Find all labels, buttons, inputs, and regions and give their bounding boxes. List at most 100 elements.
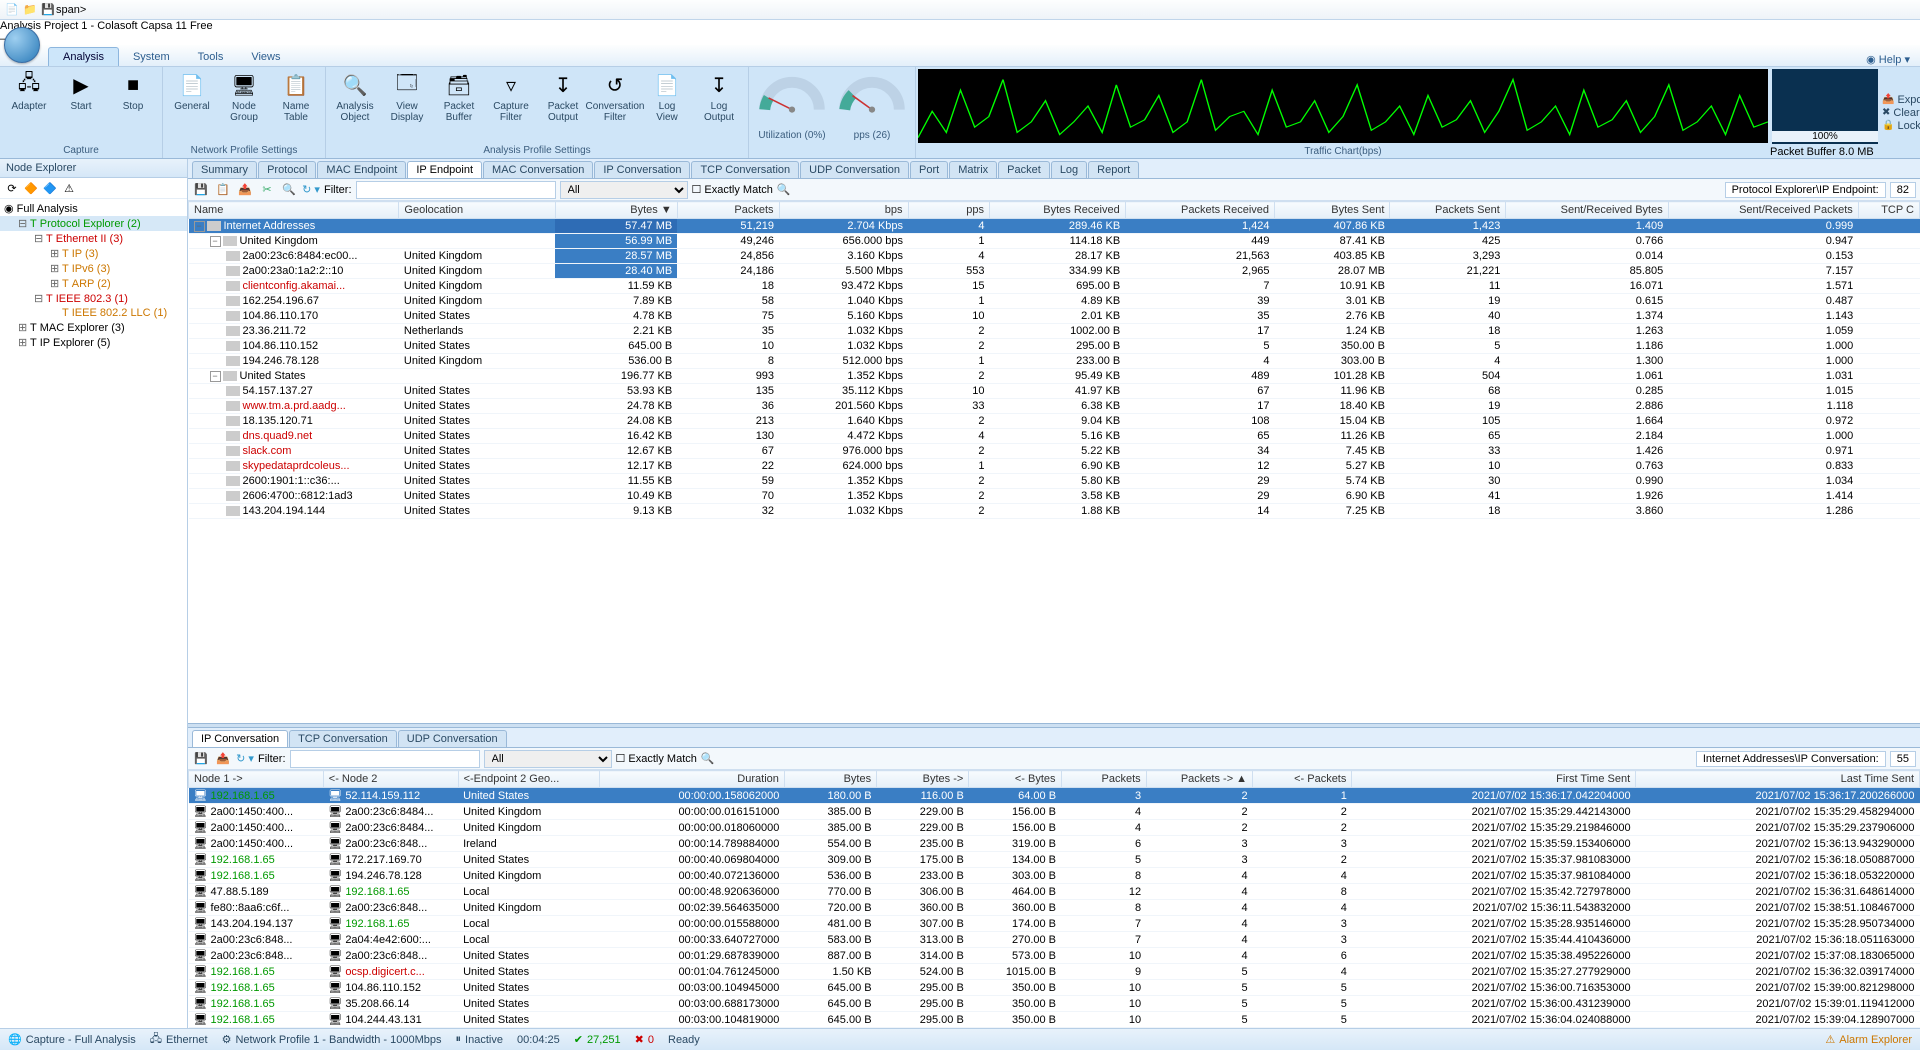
filter-tool-icon[interactable]: 💾 — [192, 181, 210, 199]
table-row[interactable]: 🖥 2a00:23c6:848...🖥 2a04:4e42:600:...Loc… — [189, 932, 1920, 948]
tree-expander[interactable]: ⊞ — [50, 247, 59, 260]
column-header[interactable]: TCP C — [1858, 202, 1919, 219]
column-header[interactable]: Node 1 -> — [189, 771, 324, 788]
detail-tab-packet[interactable]: Packet — [998, 161, 1050, 178]
ribbon-button-analysis-object[interactable]: 🔍AnalysisObject — [330, 69, 380, 125]
ribbon-button-packet-buffer[interactable]: 🗃PacketBuffer — [434, 69, 484, 125]
table-row[interactable]: 🖥 192.168.1.65🖥 104.86.110.152United Sta… — [189, 980, 1920, 996]
table-row[interactable]: 🖥 192.168.1.65🖥 ocsp.digicert.c...United… — [189, 964, 1920, 980]
column-header[interactable]: Packets — [677, 202, 779, 219]
refresh-icon[interactable]: ↻ ▾ — [302, 181, 320, 199]
ribbon-button-log-output[interactable]: ↧LogOutput — [694, 69, 744, 125]
filter-scope-select[interactable]: All — [560, 181, 688, 199]
column-header[interactable]: Bytes Received — [989, 202, 1125, 219]
tree-expander[interactable]: ⊟ — [34, 232, 43, 245]
tree-node[interactable]: ⊞ T IP (3) — [0, 246, 187, 261]
ribbon-button-adapter[interactable]: 🖧Adapter — [4, 69, 54, 114]
table-row[interactable]: 2606:4700::6812:1ad3United States10.49 K… — [189, 489, 1920, 504]
tree-expander[interactable]: ⊞ — [50, 277, 59, 290]
filter-scope-select[interactable]: All — [484, 750, 612, 768]
column-header[interactable]: Last Time Sent — [1636, 771, 1920, 788]
status-adapter[interactable]: 🖧 Ethernet — [150, 1030, 208, 1049]
filter-tool-icon[interactable]: 📤 — [214, 750, 232, 768]
tree-expander[interactable]: ⊞ — [18, 336, 27, 349]
column-header[interactable]: Packets Received — [1125, 202, 1274, 219]
table-row[interactable]: −United States196.77 KB9931.352 Kbps295.… — [189, 369, 1920, 384]
search-icon[interactable]: 🔍 — [701, 752, 715, 765]
filter-column-select[interactable] — [356, 181, 556, 199]
table-row[interactable]: −Internet Addresses57.47 MB51,2192.704 K… — [189, 219, 1920, 234]
detail-tab-summary[interactable]: Summary — [192, 161, 257, 178]
table-row[interactable]: 🖥 192.168.1.65🖥 35.208.66.14United State… — [189, 996, 1920, 1012]
table-row[interactable]: dns.quad9.netUnited States16.42 KB1304.4… — [189, 429, 1920, 444]
table-row[interactable]: 104.86.110.152United States645.00 B101.0… — [189, 339, 1920, 354]
conversation-tab-ip-conversation[interactable]: IP Conversation — [192, 730, 288, 747]
table-row[interactable]: 54.157.137.27United States53.93 KB13535.… — [189, 384, 1920, 399]
column-header[interactable]: Sent/Received Packets — [1668, 202, 1858, 219]
detail-tab-tcp-conversation[interactable]: TCP Conversation — [691, 161, 799, 178]
clear-button[interactable]: ✖ Clear — [1882, 107, 1918, 119]
detail-tab-report[interactable]: Report — [1088, 161, 1139, 178]
tree-root[interactable]: ◉ Full Analysis — [0, 201, 187, 216]
tree-expander[interactable]: ⊟ — [34, 292, 43, 305]
detail-tab-mac-conversation[interactable]: MAC Conversation — [483, 161, 593, 178]
table-row[interactable]: 🖥 192.168.1.65🖥 172.217.169.70United Sta… — [189, 852, 1920, 868]
table-row[interactable]: 🖥 192.168.1.65🖥 194.246.78.128United Kin… — [189, 868, 1920, 884]
column-header[interactable]: Packets — [1061, 771, 1146, 788]
tree-node[interactable]: ⊟ T IEEE 802.3 (1) — [0, 291, 187, 306]
column-header[interactable]: Name — [189, 202, 399, 219]
explorer-tool-icon[interactable]: ⚠ — [61, 180, 77, 196]
exactly-match-checkbox[interactable]: Exactly Match — [692, 183, 773, 196]
table-row[interactable]: 🖥 143.204.194.137🖥 192.168.1.65Local00:0… — [189, 916, 1920, 932]
table-row[interactable]: skypedataprdcoleus...United States12.17 … — [189, 459, 1920, 474]
detail-tab-ip-endpoint[interactable]: IP Endpoint — [407, 161, 482, 178]
filter-tool-icon[interactable]: 📋 — [214, 181, 232, 199]
column-header[interactable]: Packets Sent — [1390, 202, 1505, 219]
alarm-explorer-button[interactable]: ⚠ Alarm Explorer — [1825, 1033, 1912, 1046]
status-profile[interactable]: ⚙ Network Profile 1 - Bandwidth - 1000Mb… — [222, 1033, 442, 1046]
column-header[interactable]: Geolocation — [399, 202, 555, 219]
column-header[interactable]: Bytes — [784, 771, 876, 788]
table-row[interactable]: 🖥 2a00:1450:400...🖥 2a00:23c6:8484...Uni… — [189, 804, 1920, 820]
explorer-tool-icon[interactable]: ⟳ — [4, 180, 20, 196]
table-row[interactable]: slack.comUnited States12.67 KB67976.000 … — [189, 444, 1920, 459]
ip-endpoint-grid[interactable]: NameGeolocationBytes ▼PacketsbpsppsBytes… — [188, 201, 1920, 723]
detail-tab-log[interactable]: Log — [1051, 161, 1087, 178]
conversation-tab-tcp-conversation[interactable]: TCP Conversation — [289, 730, 397, 747]
detail-tab-udp-conversation[interactable]: UDP Conversation — [800, 161, 909, 178]
table-row[interactable]: 194.246.78.128United Kingdom536.00 B8512… — [189, 354, 1920, 369]
ip-conversation-grid[interactable]: Node 1 -><- Node 2<-Endpoint 2 Geo...Dur… — [188, 770, 1920, 1028]
table-row[interactable]: −United Kingdom56.99 MB49,246656.000 bps… — [189, 234, 1920, 249]
qat-new-icon[interactable]: 📄 — [4, 2, 20, 18]
filter-tool-icon[interactable]: 🔍 — [280, 181, 298, 199]
table-row[interactable]: 2600:1901:1::c36:...United States11.55 K… — [189, 474, 1920, 489]
status-capture[interactable]: 🌐 Capture - Full Analysis — [8, 1033, 136, 1046]
tree-node[interactable]: ⊞ T MAC Explorer (3) — [0, 320, 187, 335]
ribbon-button-view-display[interactable]: 🗔ViewDisplay — [382, 69, 432, 125]
tree-node[interactable]: ⊟ T Protocol Explorer (2) — [0, 216, 187, 231]
ribbon-tab-analysis[interactable]: Analysis — [48, 47, 119, 66]
ribbon-button-node-group[interactable]: 🖥NodeGroup — [219, 69, 269, 125]
column-header[interactable]: pps — [908, 202, 989, 219]
export-button[interactable]: 📤 Export — [1882, 94, 1918, 106]
explorer-tool-icon[interactable]: 🔷 — [42, 180, 58, 196]
ribbon-button-general[interactable]: 📄General — [167, 69, 217, 114]
table-row[interactable]: 2a00:23c6:8484:ec00...United Kingdom28.5… — [189, 249, 1920, 264]
ribbon-button-log-view[interactable]: 📄LogView — [642, 69, 692, 125]
column-header[interactable]: First Time Sent — [1352, 771, 1636, 788]
table-row[interactable]: 🖥 2a00:23c6:848...🖥 2606:2800:134:...Uni… — [189, 1028, 1920, 1029]
column-header[interactable]: <-Endpoint 2 Geo... — [458, 771, 600, 788]
help-link[interactable]: ◉ Help ▾ — [1866, 53, 1920, 66]
filter-tool-icon[interactable]: 💾 — [192, 750, 210, 768]
tree-node[interactable]: T IEEE 802.2 LLC (1) — [0, 306, 187, 320]
table-row[interactable]: 🖥 47.88.5.189🖥 192.168.1.65Local00:00:48… — [189, 884, 1920, 900]
ribbon-tab-system[interactable]: System — [119, 48, 184, 66]
lock-button[interactable]: 🔒 Lock — [1882, 120, 1918, 132]
tree-node[interactable]: ⊞ T IPv6 (3) — [0, 261, 187, 276]
tree-node[interactable]: ⊟ T Ethernet II (3) — [0, 231, 187, 246]
table-row[interactable]: clientconfig.akamai...United Kingdom11.5… — [189, 279, 1920, 294]
table-row[interactable]: 🖥 2a00:23c6:848...🖥 2a00:23c6:848...Unit… — [189, 948, 1920, 964]
detail-tab-mac-endpoint[interactable]: MAC Endpoint — [317, 161, 406, 178]
table-row[interactable]: 143.204.194.144United States9.13 KB321.0… — [189, 504, 1920, 519]
ribbon-tab-tools[interactable]: Tools — [184, 48, 238, 66]
